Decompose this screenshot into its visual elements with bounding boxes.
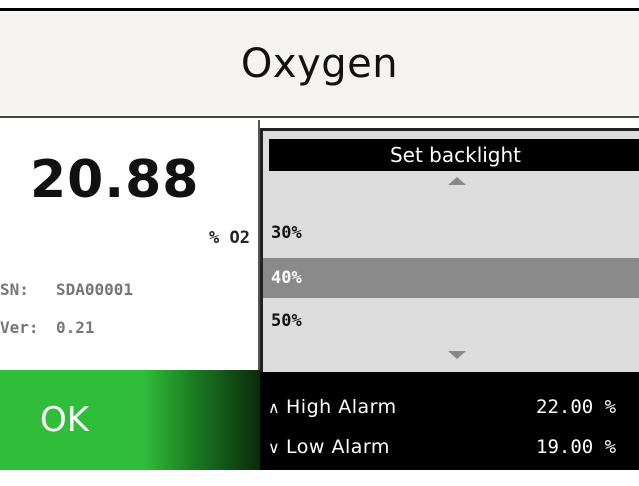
alarm-panel: ∧ High Alarm 22.00 % ∨ Low Alarm 19.00 %: [260, 372, 639, 470]
ok-button[interactable]: OK: [0, 370, 260, 470]
backlight-option-30[interactable]: 30%: [263, 213, 639, 253]
version-value: 0.21: [56, 318, 95, 337]
backlight-option-50[interactable]: 50%: [263, 301, 639, 341]
gas-reading-value: 20.88: [30, 150, 200, 210]
reading-panel: 20.88 % O2 SN: SDA00001 Ver: 0.21: [0, 120, 260, 370]
serial-number-row: SN: SDA00001: [0, 280, 133, 299]
version-row: Ver: 0.21: [0, 318, 95, 337]
gas-reading-unit: % O2: [209, 228, 250, 248]
backlight-menu-header: Set backlight: [269, 139, 639, 171]
high-alarm-label: High Alarm: [286, 396, 397, 418]
scroll-down-icon[interactable]: [448, 351, 466, 359]
page-title: Oxygen: [240, 40, 399, 87]
backlight-option-40-selected[interactable]: 40%: [263, 258, 639, 298]
backlight-menu: Set backlight 30% 40% 50%: [260, 128, 639, 372]
chevron-down-icon: ∨: [268, 437, 280, 457]
serial-number-label: SN:: [0, 280, 29, 299]
low-alarm-label: Low Alarm: [286, 436, 390, 458]
low-alarm-row: ∨ Low Alarm 19.00 %: [268, 432, 639, 462]
title-bar: Oxygen: [0, 8, 639, 118]
high-alarm-value: 22.00 %: [536, 396, 617, 418]
backlight-menu-title: Set backlight: [389, 143, 522, 167]
chevron-up-icon: ∧: [268, 397, 280, 417]
low-alarm-value: 19.00 %: [536, 436, 617, 458]
serial-number-value: SDA00001: [56, 280, 134, 299]
ok-button-label: OK: [40, 400, 90, 440]
high-alarm-row: ∧ High Alarm 22.00 %: [268, 392, 639, 422]
device-screen: Oxygen 20.88 % O2 SN: SDA00001 Ver: 0.21 O…: [0, 0, 639, 486]
version-label: Ver:: [0, 318, 39, 337]
scroll-up-icon[interactable]: [448, 177, 466, 185]
